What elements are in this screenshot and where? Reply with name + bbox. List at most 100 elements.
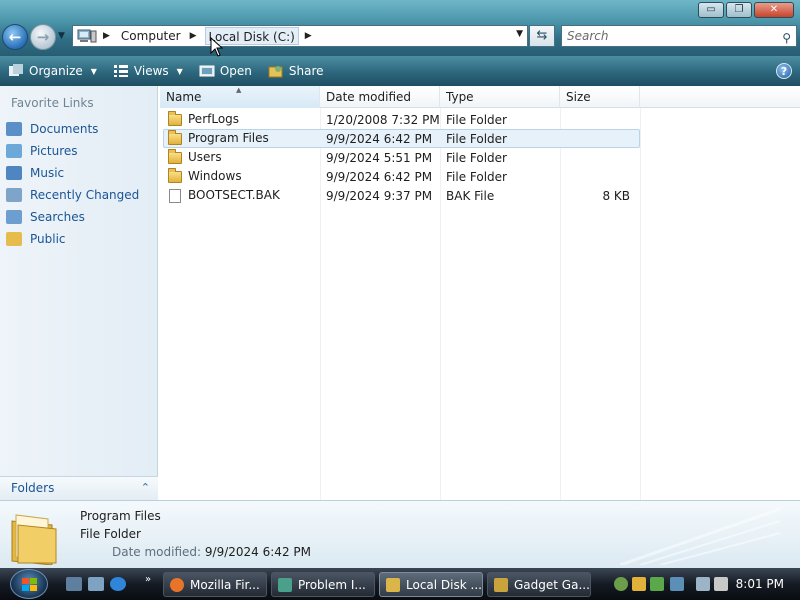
share-icon: [268, 66, 283, 78]
chevron-down-icon: ▼: [90, 66, 97, 76]
file-icon: [169, 188, 181, 203]
table-row[interactable]: Windows 9/9/2024 6:42 PM File Folder: [163, 167, 640, 186]
windows-logo-icon: [22, 578, 37, 591]
chevron-up-icon[interactable]: ⌃: [141, 477, 150, 499]
clock[interactable]: 8:01 PM: [736, 577, 784, 591]
file-type: BAK File: [446, 189, 495, 203]
search-input[interactable]: Search ⚲: [561, 25, 797, 47]
open-icon: [199, 65, 215, 77]
folders-toggle[interactable]: Folders ⌃: [0, 476, 158, 500]
column-label: Date modified: [326, 90, 412, 104]
column-headers: ▲ Name Date modified Type Size: [160, 86, 800, 108]
address-dropdown-icon[interactable]: ▼: [516, 29, 523, 39]
open-button[interactable]: Open: [199, 64, 252, 78]
column-header-type[interactable]: Type: [440, 86, 560, 108]
column-header-date-modified[interactable]: Date modified: [320, 86, 440, 108]
network-icon[interactable]: [670, 577, 684, 591]
details-pane: Program Files File Folder Date modified:…: [0, 500, 800, 568]
volume-muted-icon[interactable]: [714, 577, 728, 591]
sidebar-item-music[interactable]: Music: [6, 162, 139, 184]
forward-button[interactable]: →: [30, 24, 56, 50]
folder-icon: [168, 148, 182, 164]
taskbar-item-gadget[interactable]: Gadget Ga...: [487, 572, 591, 597]
quick-launch-more-icon[interactable]: »: [145, 574, 151, 585]
firefox-icon: [170, 577, 184, 592]
column-header-name[interactable]: ▲ Name: [160, 86, 320, 108]
recent-pages-dropdown[interactable]: ▼: [58, 31, 65, 41]
sidebar-item-label: Music: [30, 166, 65, 180]
decorative-swoosh: [620, 507, 780, 565]
sidebar-item-label: Public: [30, 232, 66, 246]
open-label: Open: [219, 64, 252, 78]
security-shield-icon[interactable]: [632, 577, 646, 591]
show-desktop-icon[interactable]: [66, 577, 82, 591]
table-row[interactable]: Program Files 9/9/2024 6:42 PM File Fold…: [163, 129, 640, 148]
taskbar: » Mozilla Fir... Problem I... Local Disk…: [0, 568, 800, 600]
internet-explorer-icon[interactable]: [110, 577, 126, 591]
sidebar-item-label: Pictures: [30, 144, 78, 158]
file-size: [561, 149, 634, 166]
file-size: 8 KB: [602, 189, 630, 203]
table-row[interactable]: BOOTSECT.BAK 9/9/2024 9:37 PM BAK File 8…: [163, 186, 640, 205]
sidebar-item-label: Recently Changed: [30, 188, 140, 202]
file-name: Windows: [188, 169, 242, 183]
documents-icon: [6, 122, 22, 136]
minimize-button[interactable]: ▭: [698, 2, 724, 18]
views-label: Views: [133, 64, 169, 78]
views-button[interactable]: Views ▼: [113, 64, 183, 78]
taskbar-item-label: Gadget Ga...: [514, 577, 590, 592]
organize-button[interactable]: Organize ▼: [8, 64, 97, 78]
checkmark-icon[interactable]: [650, 577, 664, 591]
column-header-size[interactable]: Size: [560, 86, 640, 108]
file-name: Program Files: [188, 131, 269, 145]
file-size: [561, 111, 634, 128]
file-name: BOOTSECT.BAK: [188, 188, 280, 202]
start-button[interactable]: [10, 569, 48, 599]
sidebar-item-label: Searches: [30, 210, 85, 224]
mouse-cursor-icon: [210, 37, 224, 57]
table-row[interactable]: Users 9/9/2024 5:51 PM File Folder: [163, 148, 640, 167]
switch-windows-icon[interactable]: [88, 577, 104, 591]
breadcrumb-computer[interactable]: Computer: [118, 27, 184, 45]
share-button[interactable]: Share: [268, 64, 324, 78]
file-list: ▲ Name Date modified Type Size PerfLogs …: [160, 86, 800, 500]
sidebar-item-searches[interactable]: Searches: [6, 206, 139, 228]
folders-label: Folders: [11, 481, 55, 495]
close-button[interactable]: ✕: [754, 2, 794, 18]
sidebar-item-public[interactable]: Public: [6, 228, 139, 250]
file-date: 1/20/2008 7:32 PM: [326, 113, 440, 127]
file-size: [561, 130, 634, 147]
file-type: File Folder: [446, 113, 507, 127]
share-label: Share: [288, 64, 324, 78]
taskbar-item-firefox[interactable]: Mozilla Fir...: [163, 572, 267, 597]
maximize-button[interactable]: ❐: [726, 2, 752, 18]
help-icon[interactable]: ?: [776, 63, 792, 79]
title-bar: ▭ ❐ ✕ ← → ▼ ▶ Computer ▶ Local Disk (C:)…: [0, 0, 800, 56]
display-icon[interactable]: [696, 577, 710, 591]
search-icon[interactable]: ⚲: [782, 28, 791, 48]
searches-icon: [6, 210, 22, 224]
organize-label: Organize: [29, 64, 83, 78]
sidebar-item-pictures[interactable]: Pictures: [6, 140, 139, 162]
users-icon[interactable]: [614, 577, 628, 591]
file-date: 9/9/2024 9:37 PM: [326, 189, 433, 203]
views-icon: [113, 65, 128, 77]
file-rows: PerfLogs 1/20/2008 7:32 PM File Folder P…: [163, 110, 640, 205]
system-tray: 8:01 PM: [610, 568, 800, 600]
gadget-icon: [494, 577, 508, 592]
breadcrumb-separator-icon[interactable]: ▶: [103, 31, 110, 41]
sidebar-item-recently-changed[interactable]: Recently Changed: [6, 184, 139, 206]
sidebar-item-documents[interactable]: Documents: [6, 118, 139, 140]
back-button[interactable]: ←: [2, 24, 28, 50]
breadcrumb-separator-icon[interactable]: ▶: [190, 31, 197, 41]
refresh-button[interactable]: ⇆: [529, 25, 555, 47]
address-bar[interactable]: ▶ Computer ▶ Local Disk (C:) ▶ ▼: [72, 25, 528, 47]
folder-icon: [168, 129, 182, 145]
breadcrumb-separator-icon[interactable]: ▶: [305, 31, 312, 41]
pictures-icon: [6, 144, 22, 158]
organize-icon: [9, 64, 23, 76]
taskbar-item-problem-reports[interactable]: Problem I...: [271, 572, 375, 597]
column-divider: [640, 108, 641, 500]
taskbar-item-explorer[interactable]: Local Disk ...: [379, 572, 483, 597]
table-row[interactable]: PerfLogs 1/20/2008 7:32 PM File Folder: [163, 110, 640, 129]
